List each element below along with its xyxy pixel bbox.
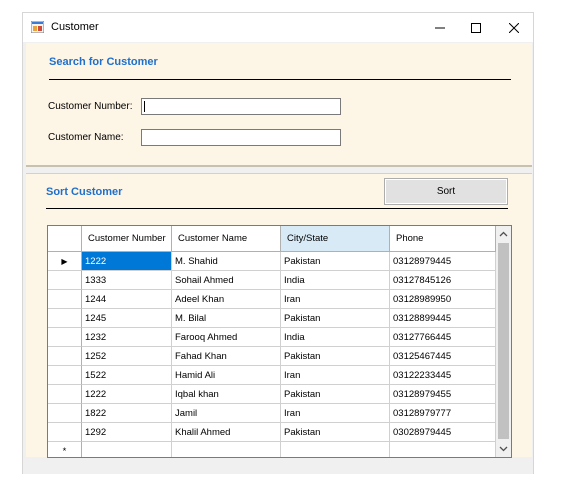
cell-phone[interactable]: 03128989950 (390, 290, 496, 309)
row-header[interactable] (48, 423, 82, 442)
maximize-button[interactable] (461, 17, 491, 39)
grid-corner-header[interactable] (48, 226, 82, 252)
cell-phone[interactable]: 03125467445 (390, 347, 496, 366)
table-row[interactable]: 1522 Hamid Ali Iran 03122233445 (48, 366, 496, 385)
cell-customer-number[interactable]: 1822 (82, 404, 172, 423)
cell-customer-name[interactable]: Sohail Ahmed (172, 271, 281, 290)
cell-city-state[interactable]: India (281, 328, 390, 347)
cell-phone[interactable]: 03128899445 (390, 309, 496, 328)
cell-customer-name[interactable]: Farooq Ahmed (172, 328, 281, 347)
cell-phone[interactable]: 03128979777 (390, 404, 496, 423)
cell-city-state[interactable]: Pakistan (281, 347, 390, 366)
scroll-down-icon[interactable] (499, 444, 508, 453)
cell-city-state[interactable]: Pakistan (281, 252, 390, 271)
row-header[interactable] (48, 309, 82, 328)
customer-name-input[interactable] (141, 129, 341, 146)
table-row[interactable]: 1333 Sohail Ahmed India 03127845126 (48, 271, 496, 290)
cell-city-state[interactable]: Iran (281, 404, 390, 423)
cell-customer-number[interactable]: 1245 (82, 309, 172, 328)
cell-customer-name[interactable]: M. Shahid (172, 252, 281, 271)
customer-number-input[interactable] (141, 98, 341, 115)
vertical-scrollbar[interactable] (496, 226, 511, 457)
table-row[interactable]: 1244 Adeel Khan Iran 03128989950 (48, 290, 496, 309)
customer-grid[interactable]: Customer Number Customer Name City/State… (47, 225, 512, 458)
minimize-icon (435, 27, 445, 29)
cell-customer-number[interactable]: 1252 (82, 347, 172, 366)
search-divider (49, 79, 511, 80)
row-header[interactable]: ▶ (48, 252, 82, 271)
cell-city-state[interactable]: Pakistan (281, 423, 390, 442)
cell-city-state[interactable]: Iran (281, 366, 390, 385)
table-row[interactable]: ▶ 1222 M. Shahid Pakistan 03128979445 (48, 252, 496, 271)
scrollbar-thumb[interactable] (498, 243, 509, 439)
search-panel: Search for Customer Customer Number: Cus… (26, 43, 532, 167)
customer-window: Customer Search for Customer Customer Nu… (22, 12, 534, 474)
cell-phone[interactable]: 03122233445 (390, 366, 496, 385)
cell-customer-name[interactable]: Khalil Ahmed (172, 423, 281, 442)
window-bottom-edge (23, 460, 533, 474)
cell-customer-name[interactable]: Iqbal khan (172, 385, 281, 404)
row-header[interactable]: * (48, 442, 82, 457)
cell-phone[interactable]: 03028979445 (390, 423, 496, 442)
form-app-icon (31, 21, 44, 33)
row-header[interactable] (48, 404, 82, 423)
cell-customer-number[interactable]: 1292 (82, 423, 172, 442)
cell-city-state[interactable]: India (281, 271, 390, 290)
cell-customer-name[interactable]: Hamid Ali (172, 366, 281, 385)
cell-city-state[interactable]: Iran (281, 290, 390, 309)
table-row[interactable]: 1245 M. Bilal Pakistan 03128899445 (48, 309, 496, 328)
table-row[interactable]: 1822 Jamil Iran 03128979777 (48, 404, 496, 423)
cell-phone[interactable]: 03128979455 (390, 385, 496, 404)
table-row[interactable]: 1292 Khalil Ahmed Pakistan 03028979445 (48, 423, 496, 442)
cell-customer-name[interactable]: Adeel Khan (172, 290, 281, 309)
sort-button[interactable]: Sort (384, 178, 508, 205)
scroll-up-icon[interactable] (499, 230, 508, 239)
table-row[interactable]: 1222 Iqbal khan Pakistan 03128979455 (48, 385, 496, 404)
maximize-icon (471, 23, 481, 33)
cell-customer-name[interactable]: M. Bilal (172, 309, 281, 328)
text-caret (144, 101, 145, 112)
cell-customer-name[interactable] (172, 442, 281, 457)
close-icon (509, 23, 519, 33)
table-row[interactable]: 1232 Farooq Ahmed India 03127766445 (48, 328, 496, 347)
search-section-title: Search for Customer (49, 56, 158, 68)
cell-phone[interactable]: 03127845126 (390, 271, 496, 290)
customer-name-label: Customer Name: (48, 132, 124, 143)
cell-customer-number[interactable]: 1222 (82, 252, 172, 271)
column-header-customer-number[interactable]: Customer Number (82, 226, 172, 252)
close-button[interactable] (499, 17, 529, 39)
cell-customer-number[interactable] (82, 442, 172, 457)
cell-city-state[interactable]: Pakistan (281, 309, 390, 328)
cell-customer-number[interactable]: 1522 (82, 366, 172, 385)
row-header[interactable] (48, 290, 82, 309)
title-bar[interactable]: Customer (23, 13, 533, 42)
column-header-customer-name[interactable]: Customer Name (172, 226, 281, 252)
cell-customer-number[interactable]: 1232 (82, 328, 172, 347)
table-row[interactable]: 1252 Fahad Khan Pakistan 03125467445 (48, 347, 496, 366)
row-header[interactable] (48, 385, 82, 404)
column-header-phone[interactable]: Phone (390, 226, 496, 252)
row-header[interactable] (48, 347, 82, 366)
customer-number-label: Customer Number: (48, 101, 133, 112)
column-header-city-state[interactable]: City/State (281, 226, 390, 252)
cell-city-state[interactable]: Pakistan (281, 385, 390, 404)
minimize-button[interactable] (425, 17, 455, 39)
cell-customer-number[interactable]: 1333 (82, 271, 172, 290)
new-row[interactable]: * (48, 442, 496, 457)
cell-customer-name[interactable]: Jamil (172, 404, 281, 423)
cell-customer-number[interactable]: 1244 (82, 290, 172, 309)
row-header[interactable] (48, 366, 82, 385)
row-header[interactable] (48, 271, 82, 290)
window-title: Customer (51, 21, 99, 33)
cell-phone[interactable]: 03128979445 (390, 252, 496, 271)
cell-city-state[interactable] (281, 442, 390, 457)
row-header[interactable] (48, 328, 82, 347)
sort-divider (46, 208, 508, 209)
cell-phone[interactable] (390, 442, 496, 457)
cell-phone[interactable]: 03127766445 (390, 328, 496, 347)
sort-section-title: Sort Customer (46, 186, 123, 198)
sort-panel: Sort Customer Sort Customer Number Custo… (26, 173, 532, 458)
cell-customer-number[interactable]: 1222 (82, 385, 172, 404)
cell-customer-name[interactable]: Fahad Khan (172, 347, 281, 366)
